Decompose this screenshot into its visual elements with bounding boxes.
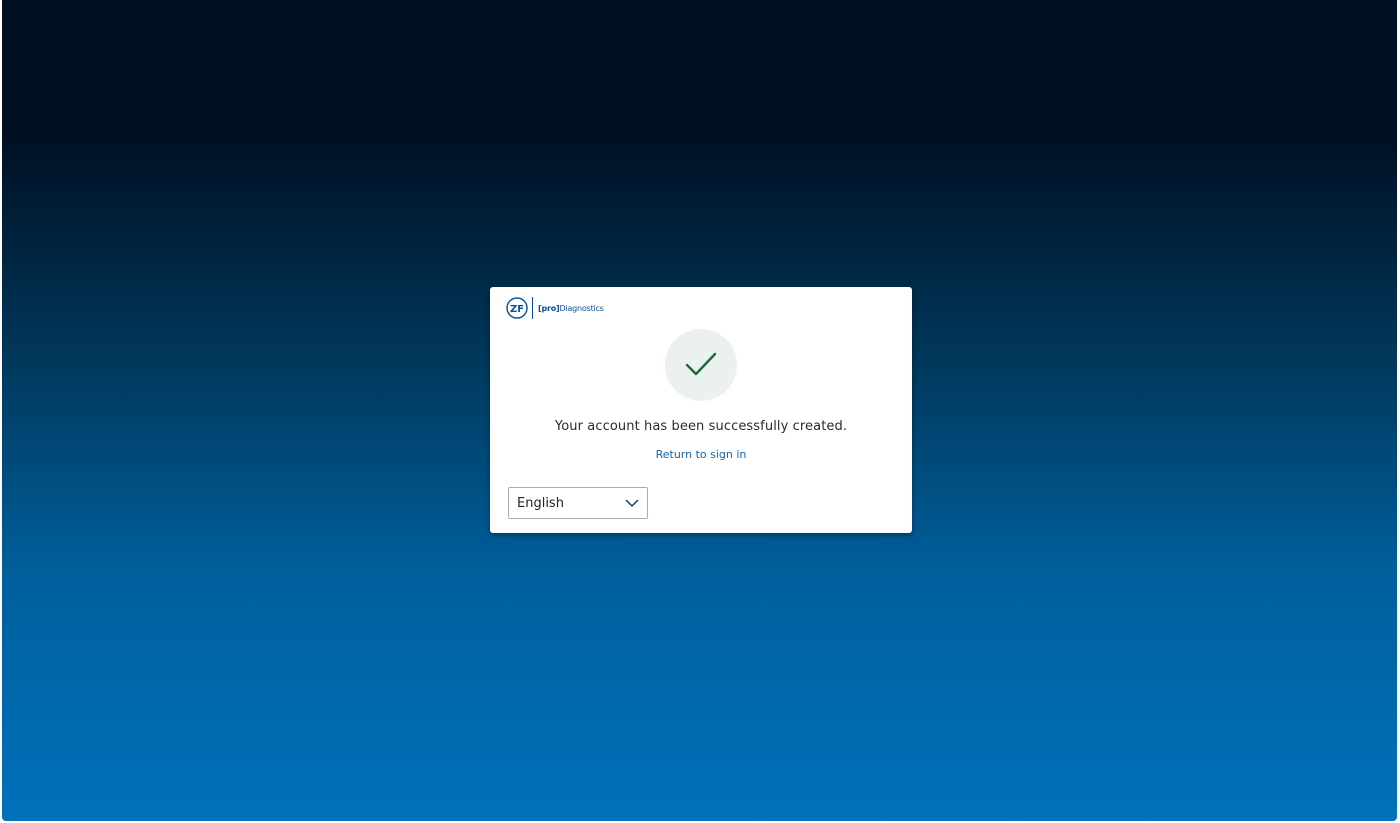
check-icon [685,352,717,376]
confirmation-card: ZF [pro]Diagnostics Your account has bee… [490,287,912,533]
success-message: Your account has been successfully creat… [554,419,848,434]
success-indicator [665,329,737,401]
zf-logo-icon: ZF [506,297,528,319]
logo-divider [532,297,533,319]
svg-text:ZF: ZF [510,304,524,315]
page-background: ZF [pro]Diagnostics Your account has bee… [2,0,1397,821]
language-selected-value: English [517,495,564,511]
zf-logo: ZF [pro]Diagnostics [506,297,604,319]
language-select[interactable]: English [508,487,648,519]
return-to-sign-in-link[interactable]: Return to sign in [490,448,912,461]
chevron-down-icon [625,499,639,507]
product-name: [pro]Diagnostics [538,303,604,313]
